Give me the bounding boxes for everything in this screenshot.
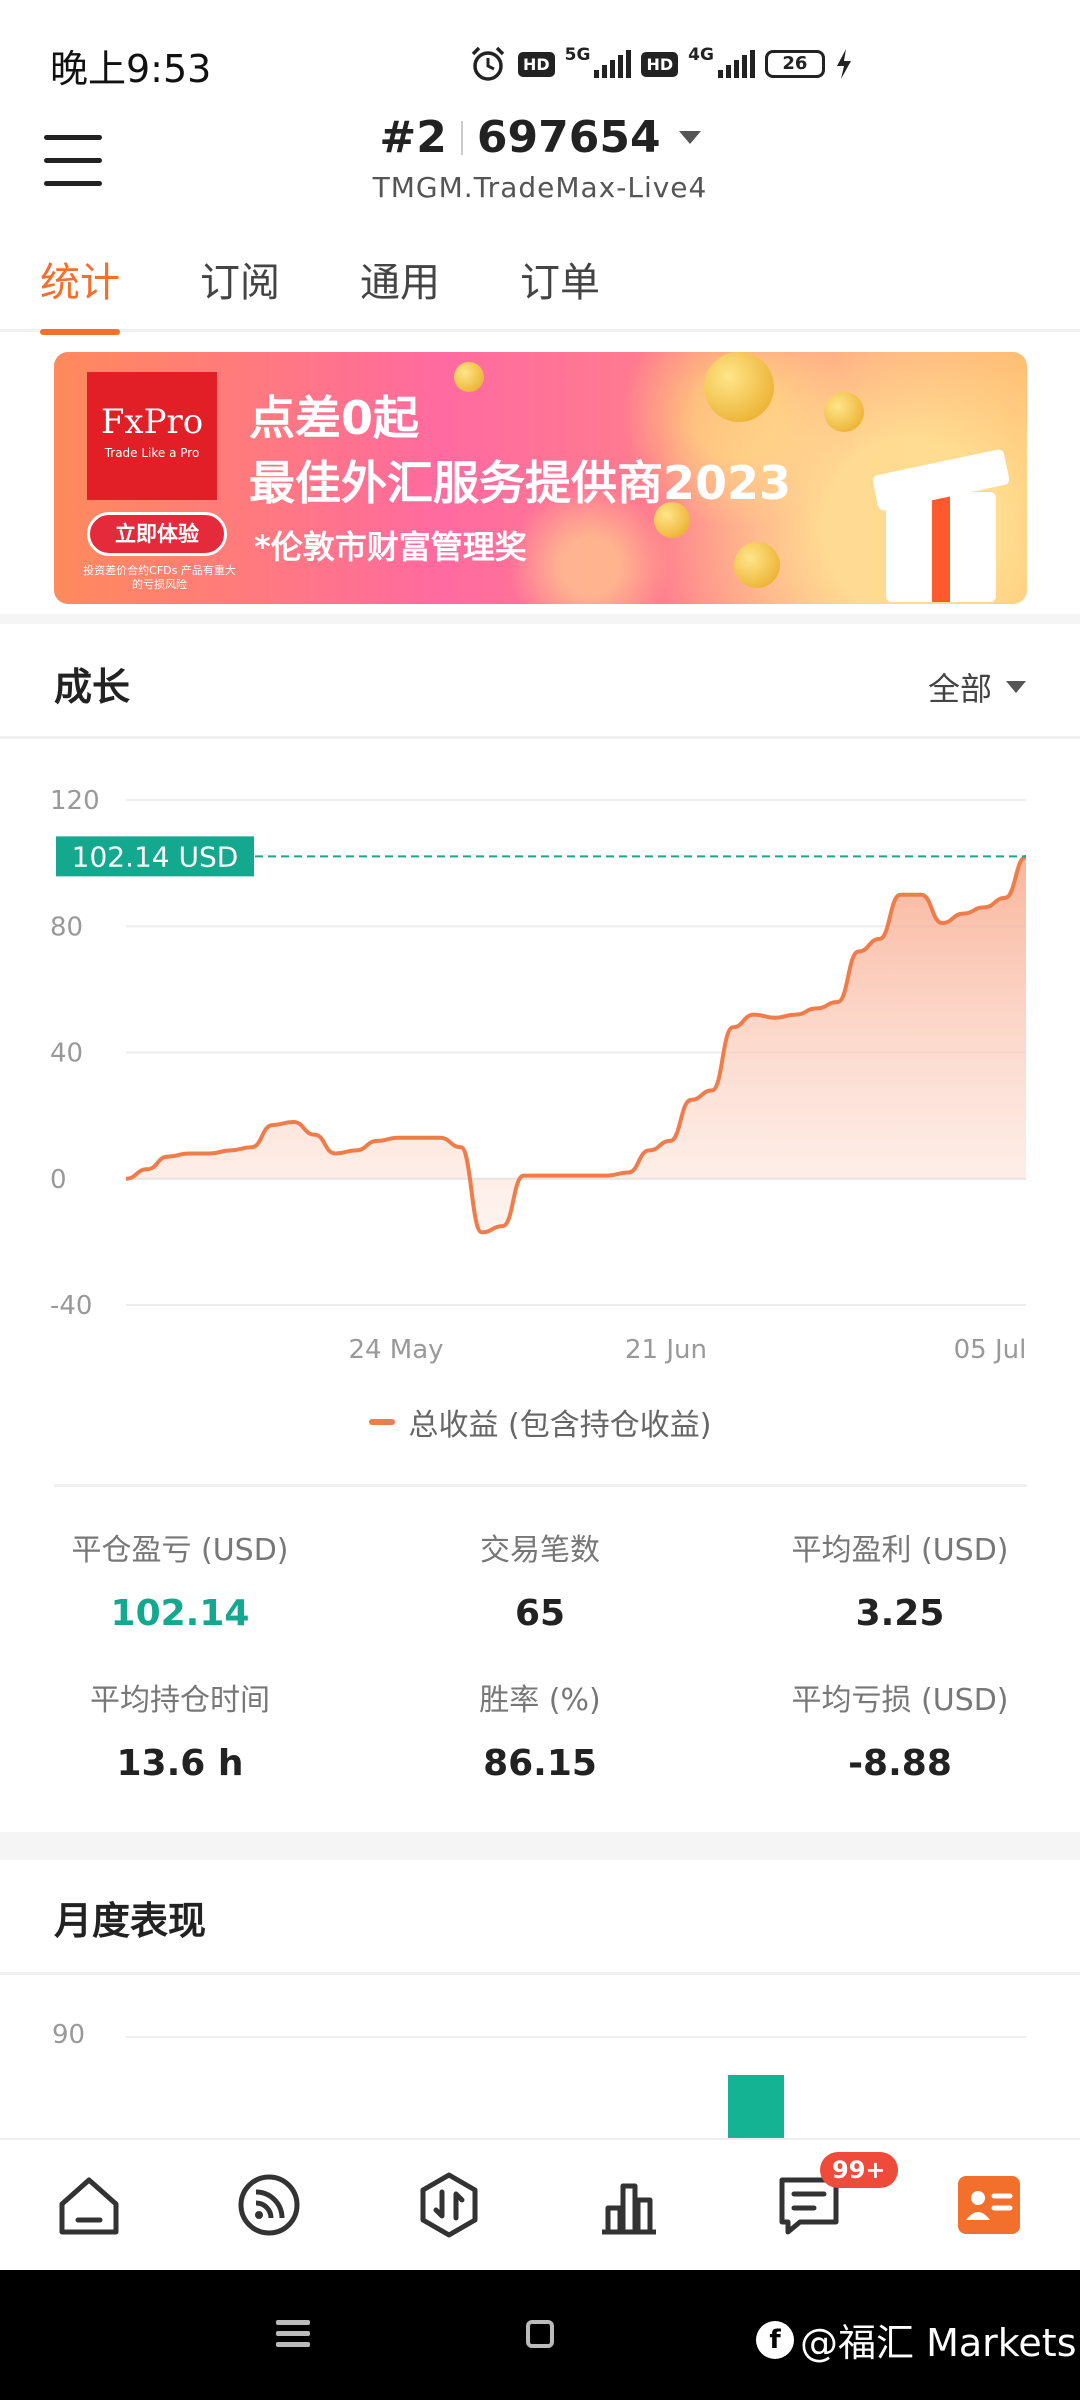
signal-icon-2 [717,50,755,78]
coin-decoration [454,362,484,392]
stat-avg-loss: 平均亏损 (USD) -8.88 [720,1675,1080,1784]
x-tick-label: 05 Jul [954,1335,1027,1365]
status-icons: HD 5G HD 4G 26 [468,40,853,88]
signal-icon [594,50,632,78]
stat-label: 平均亏损 (USD) [791,1683,1009,1718]
stat-label: 平均持仓时间 [90,1683,270,1718]
banner-headline: 点差0起 [249,391,420,445]
coin-decoration [704,352,774,422]
banner-subheadline: 最佳外汇服务提供商2023 [249,456,792,510]
account-selector[interactable]: #2 697654 TMGM.TradeMax-Live4 [0,112,1080,204]
stat-value: 86.15 [483,1743,597,1784]
fxpro-logo-tagline: Trade Like a Pro [104,446,200,460]
notification-badge: 99+ [820,2152,898,2188]
stat-closed-pnl: 平仓盈亏 (USD) 102.14 [0,1525,360,1634]
status-bar: 晚上9:53 HD 5G HD 4G 26 [0,0,1080,120]
home-button[interactable] [526,2320,554,2348]
battery-icon: 26 [764,50,825,78]
banner-award: *伦敦市财富管理奖 [254,528,527,566]
chart-icon[interactable] [594,2170,664,2240]
y-tick-label: 80 [50,912,83,942]
stat-value: 3.25 [855,1593,945,1634]
stat-label: 胜率 (%) [479,1683,601,1718]
y-tick-label: 40 [50,1039,83,1069]
tab-statistics[interactable]: 统计 [40,250,120,335]
try-now-button[interactable]: 立即体验 [87,512,227,556]
recent-apps-button[interactable] [276,2320,310,2348]
monthly-y-tick: 90 [52,2020,86,2050]
charging-icon [836,49,851,79]
y-tick-label: 0 [50,1165,67,1195]
divider [0,736,1080,739]
fxpro-logo: FxPro Trade Like a Pro [87,372,217,500]
promo-banner[interactable]: FxPro Trade Like a Pro 立即体验 投资差价合约CFDs 产… [54,352,1027,604]
account-divider [460,120,463,155]
current-value-label: 102.14 USD [72,840,239,873]
facebook-icon: f [756,2320,794,2359]
hd-badge: HD [518,51,555,77]
bottom-nav: 99+ [0,2138,1080,2270]
feed-icon[interactable] [234,2170,304,2240]
range-dropdown[interactable]: 全部 [928,664,1026,710]
legend-label: 总收益 (包含持仓收益) [408,1408,712,1443]
stat-label: 平均盈利 (USD) [791,1533,1009,1568]
stat-avg-profit: 平均盈利 (USD) 3.25 [720,1525,1080,1634]
network-5g-label: 5G [564,45,591,65]
stat-label: 交易笔数 [480,1533,600,1568]
range-label: 全部 [927,670,992,708]
watermark: f @福汇 Markets [756,2312,1077,2367]
stat-value: 102.14 [110,1593,250,1634]
trade-icon[interactable] [414,2170,484,2240]
gift-box-image [871,432,1011,602]
coin-decoration [824,392,864,432]
y-tick-label: 120 [50,786,100,816]
network-4g-label: 4G [688,45,714,65]
x-tick-label: 21 Jun [625,1335,707,1365]
stat-value: 13.6 h [116,1743,244,1784]
watermark-text: @福汇 Markets [800,2321,1077,2365]
home-icon[interactable] [54,2170,124,2240]
divider [54,1484,1027,1487]
monthly-gridline [126,2036,1026,2038]
stat-value: 65 [514,1593,566,1634]
stat-label: 平仓盈亏 (USD) [71,1533,289,1568]
account-number: 697654 [476,112,661,163]
chevron-down-icon [678,131,701,144]
account-prefix: #2 [379,112,447,163]
section-gap [0,1832,1080,1860]
coin-decoration [734,542,780,588]
chevron-down-icon [1006,681,1026,693]
account-server: TMGM.TradeMax-Live4 [372,171,708,204]
fxpro-logo-name: FxPro [100,402,204,442]
section-gap [0,614,1080,624]
status-time: 晚上9:53 [50,47,212,91]
profile-icon[interactable] [954,2170,1024,2240]
risk-disclaimer: 投资差价合约CFDs 产品有重大的亏损风险 [83,564,236,591]
stat-avg-hold-time: 平均持仓时间 13.6 h [0,1675,360,1784]
y-tick-label: -40 [50,1291,92,1321]
growth-chart[interactable]: 120 80 40 0 -40 24 May 21 Jun 05 Jul 102.14 US… [0,760,1080,1400]
stat-trade-count: 交易笔数 65 [360,1525,720,1634]
tab-bar: 统计 订阅 通用 订单 [0,250,1080,335]
stat-win-rate: 胜率 (%) 86.15 [360,1675,720,1784]
monthly-title: 月度表现 [54,1899,207,1943]
stat-value: -8.88 [848,1743,952,1784]
growth-title: 成长 [54,665,131,709]
divider [0,1972,1080,1975]
tab-subscribe[interactable]: 订阅 [200,250,280,332]
tab-general[interactable]: 通用 [360,250,440,332]
tab-orders[interactable]: 订单 [520,250,600,332]
chart-legend: 总收益 (包含持仓收益) [0,1400,1080,1444]
monthly-bar[interactable] [728,2075,784,2140]
system-nav-bar: f @福汇 Markets [0,2270,1080,2400]
hd-badge-2: HD [641,51,679,77]
legend-swatch [368,1419,395,1425]
x-tick-label: 24 May [348,1335,443,1365]
alarm-icon [471,46,505,81]
